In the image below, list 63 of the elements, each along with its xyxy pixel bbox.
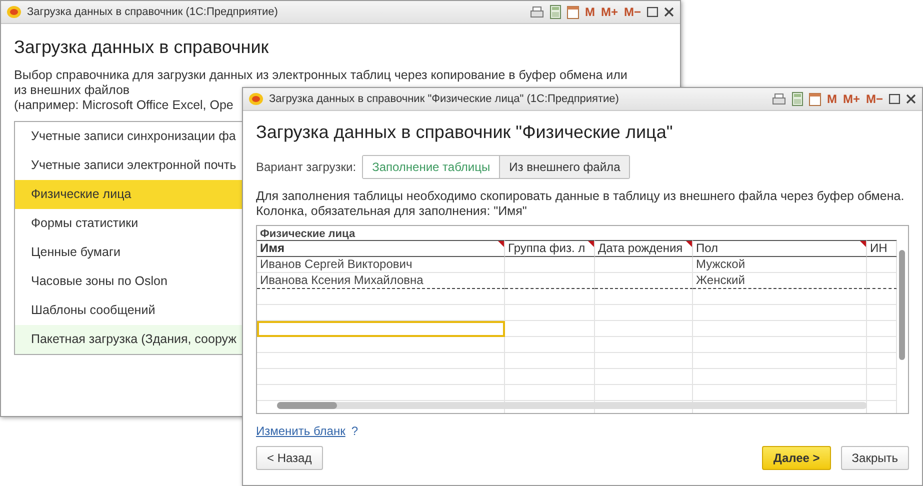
column-header[interactable]: ИН: [867, 240, 897, 257]
horizontal-scrollbar[interactable]: [277, 402, 867, 409]
calculator-icon[interactable]: [550, 5, 561, 19]
memory-button[interactable]: M+: [600, 5, 618, 19]
description-text: из внешних файлов: [14, 83, 130, 98]
app-logo-icon: [7, 6, 21, 18]
catalog-item[interactable]: Формы статистики: [15, 209, 242, 238]
variant-tab[interactable]: Из внешнего файла: [499, 156, 630, 178]
window-title: Загрузка данных в справочник "Физические лица" (1С:Предприятие): [269, 93, 620, 105]
table-cell: [867, 369, 897, 385]
description-text: Для заполнения таблицы необходимо скопировать данные в таблицу из внешнего файла через буфер обмена.: [256, 189, 904, 204]
memory-button[interactable]: M+: [842, 92, 860, 106]
column-header[interactable]: Имя: [257, 240, 505, 257]
column-header[interactable]: Дата рождения: [595, 240, 693, 257]
table-caption: Физические лица: [259, 227, 356, 240]
table-cell: [867, 321, 897, 337]
change-form-link[interactable]: Изменить бланк: [256, 424, 346, 438]
memory-button[interactable]: M−: [866, 92, 883, 106]
calendar-icon[interactable]: [566, 5, 579, 19]
next-button[interactable]: Далее >: [762, 446, 831, 470]
description-text: Выбор справочника для загрузки данных из электронных таблиц через копирование в буфер обмена или: [14, 68, 628, 83]
app-logo-icon: [249, 93, 263, 105]
table-cell: [867, 273, 897, 289]
catalog-item[interactable]: Учетные записи синхронизации фа: [15, 122, 242, 151]
table-cell: [867, 353, 897, 369]
memory-button[interactable]: M−: [624, 5, 641, 19]
calculator-icon[interactable]: [792, 92, 803, 106]
maximize-icon[interactable]: [647, 7, 658, 17]
close-icon[interactable]: [664, 7, 674, 17]
form-heading: Загрузка данных в справочник: [14, 37, 270, 58]
maximize-icon[interactable]: [889, 94, 900, 104]
table-cell: [867, 337, 897, 353]
calendar-icon[interactable]: [808, 92, 821, 106]
table-cell: [867, 289, 897, 305]
close-icon[interactable]: [906, 94, 916, 104]
memory-button[interactable]: M: [584, 5, 595, 19]
catalog-item[interactable]: Физические лица: [15, 180, 242, 209]
catalog-item[interactable]: Ценные бумаги: [15, 238, 242, 267]
table-cell: Мужской: [693, 257, 867, 273]
input-cell[interactable]: [257, 321, 505, 337]
memory-button[interactable]: M: [826, 92, 837, 106]
table-cell: Женский: [693, 273, 867, 289]
print-icon[interactable]: [530, 6, 544, 18]
close-button[interactable]: Закрыть: [840, 446, 909, 470]
print-icon[interactable]: [772, 92, 786, 106]
catalog-item[interactable]: Часовые зоны по Oslon: [15, 267, 242, 296]
description-text: Колонка, обязательная для заполнения: "Имя": [256, 204, 527, 219]
column-header[interactable]: Пол: [693, 240, 867, 257]
catalog-item[interactable]: Учетные записи электронной почть: [15, 151, 242, 180]
table-cell: [867, 257, 897, 273]
table-cell: Иванова Ксения Михайловна: [257, 273, 505, 289]
form-heading: Загрузка данных в справочник "Физические лица": [256, 122, 674, 143]
variant-label: Вариант загрузки:: [256, 160, 356, 174]
catalog-item[interactable]: Пакетная загрузка (Здания, сооруж: [15, 325, 242, 354]
back-button[interactable]: < Назад: [256, 446, 323, 470]
column-header[interactable]: Группа физ. л: [505, 240, 595, 257]
table-cell: [867, 385, 897, 401]
catalog-item[interactable]: Шаблоны сообщений: [15, 296, 242, 325]
help-link[interactable]: ?: [351, 424, 358, 438]
window-title: Загрузка данных в справочник (1С:Предприятие): [27, 6, 279, 18]
table-cell: Иванов Сергей Викторович: [257, 257, 505, 273]
description-text: (например: Microsoft Office Excel, Ope: [14, 98, 234, 113]
table-cell: [867, 305, 897, 321]
